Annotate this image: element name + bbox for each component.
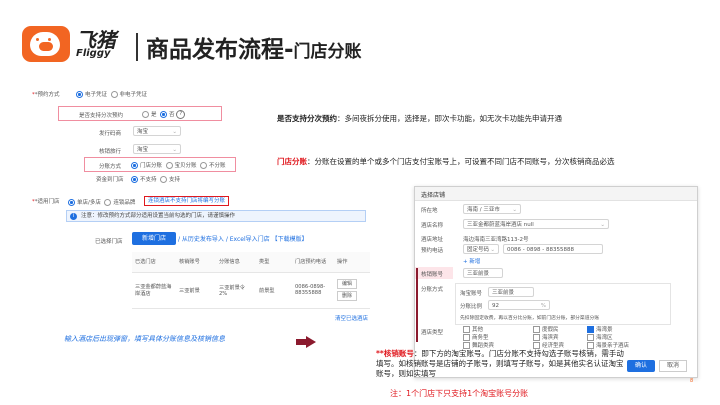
footnote: 注：1个门店下只支持1个淘宝账号分账 bbox=[390, 389, 529, 398]
store-table: 已选门店 核销账号 分账信息 类型 门店预约电话 操作 三亚金都蔚蓝海岸酒店 三… bbox=[132, 252, 370, 309]
ratio-input[interactable]: 92% bbox=[488, 300, 550, 310]
info-icon: i bbox=[70, 213, 77, 220]
radio-icon[interactable] bbox=[131, 162, 138, 169]
store-warning-link[interactable]: 连锁酒店不支持门店将编写分账 bbox=[144, 196, 230, 206]
arrow-right-icon bbox=[296, 333, 316, 348]
cancel-button[interactable]: 取消 bbox=[659, 360, 687, 372]
modal-label-address: 酒店地址 bbox=[421, 237, 444, 243]
table-header: 已选门店 bbox=[132, 252, 176, 273]
split-annotation: 是否支持分次预约：多间夜拆分使用，选择是，即次卡功能，如无次卡功能先申请开通 bbox=[277, 114, 562, 123]
account-input[interactable]: 三亚前景 bbox=[463, 268, 503, 278]
type-option[interactable]: 海湾景 bbox=[587, 325, 613, 333]
modal-title: 选择店铺 bbox=[421, 192, 446, 199]
selected-store-label: 已选择门店 bbox=[95, 239, 123, 245]
type-option[interactable]: 海湾区 bbox=[587, 333, 613, 341]
phone-input[interactable]: 0086 - 0898 - 88355888 bbox=[503, 244, 603, 254]
radio-icon[interactable] bbox=[165, 162, 173, 169]
logo-text-en: Fliggy bbox=[76, 48, 111, 59]
radio-icon[interactable] bbox=[200, 162, 208, 169]
divide-box: 淘宝账号 三亚前景 分账比例 92% 先扣除固定收费，再以百分比分账，如前门店分… bbox=[455, 283, 671, 325]
table-header: 门店预约电话 bbox=[292, 252, 334, 273]
taobao-account-input[interactable]: 三亚前景 bbox=[488, 287, 534, 297]
gift-options[interactable]: 不支持 支持 bbox=[131, 175, 180, 183]
chevron-down-icon: ⌄ bbox=[600, 222, 605, 228]
modal-label-location: 所在地 bbox=[421, 208, 438, 214]
page-title-sub: 门店分账 bbox=[293, 42, 362, 62]
chevron-down-icon: ⌄ bbox=[172, 147, 177, 153]
table-header: 操作 bbox=[334, 252, 370, 273]
booking-label: **预约方式 bbox=[32, 92, 60, 98]
radio-icon[interactable] bbox=[160, 176, 168, 183]
add-store-button[interactable]: 新增门店 bbox=[132, 232, 176, 245]
clear-stores-link[interactable]: 清空已选酒店 bbox=[335, 314, 368, 322]
radio-icon[interactable] bbox=[68, 199, 75, 206]
radio-icon[interactable] bbox=[76, 91, 83, 98]
add-phone-link[interactable]: + 新增 bbox=[463, 257, 480, 265]
phone-type-select[interactable]: 固定号码 ⌄ bbox=[463, 244, 499, 254]
divide-label: 分账方式 bbox=[99, 164, 122, 170]
verify-label: 核销旅行 bbox=[99, 149, 122, 155]
chevron-down-icon: ⌄ bbox=[172, 129, 177, 135]
type-option[interactable]: 海滨宾 bbox=[533, 333, 559, 341]
ratio-note: 先扣除固定收费，再以百分比分账，如前门店分账，部分渠道分账 bbox=[460, 316, 600, 321]
store-label: **适用门店 bbox=[32, 199, 60, 205]
connector-line bbox=[416, 268, 418, 342]
store-annotation: 门店分账：分账在设置的单个或多个门店支付宝账号上，可设置不同门店不同账号，分次核… bbox=[277, 157, 615, 166]
modal-label-phone: 预约电话 bbox=[421, 248, 444, 254]
verify-select[interactable]: 淘宝 ⌄ bbox=[133, 144, 181, 154]
account-annotation: **核销账号：即下方的淘宝账号。门店分账不支持勾选子账号核销，需手动填写。如核销… bbox=[376, 349, 624, 378]
issue-select[interactable]: 淘宝 ⌄ bbox=[133, 126, 181, 136]
table-header: 分账信息 bbox=[216, 252, 256, 273]
ratio-label: 分账比例 bbox=[460, 304, 483, 310]
edit-button[interactable]: 编辑 bbox=[337, 279, 358, 289]
modal-label-type: 酒店类型 bbox=[421, 330, 444, 336]
radio-icon[interactable] bbox=[104, 199, 112, 206]
import-links[interactable]: / 从历史发布导入 / Excel导入门店 【下载模版】 bbox=[178, 234, 308, 243]
delete-button[interactable]: 删除 bbox=[337, 291, 358, 301]
page-title-main: 商品发布流程- bbox=[146, 37, 294, 63]
confirm-button[interactable]: 确认 bbox=[627, 360, 655, 372]
page-title: 商品发布流程-门店分账 bbox=[146, 30, 362, 64]
location-select[interactable]: 海南 / 三亚市 ⌄ bbox=[463, 204, 521, 214]
divide-options[interactable]: 门店分账 宝贝分账 不分账 bbox=[131, 161, 226, 169]
type-option[interactable]: 商务型 bbox=[463, 333, 489, 341]
table-header: 核销账号 bbox=[176, 252, 216, 273]
radio-icon[interactable] bbox=[160, 111, 168, 118]
modal-label-hotel: 酒店名称 bbox=[421, 223, 444, 229]
radio-icon[interactable] bbox=[142, 111, 149, 118]
modal-label-account: 核销账号 bbox=[421, 272, 444, 278]
fliggy-logo-icon bbox=[22, 26, 70, 62]
modal-header: 选择店铺 bbox=[415, 187, 697, 201]
help-icon[interactable]: ? bbox=[176, 110, 186, 119]
title-divider bbox=[136, 33, 138, 61]
issue-label: 发行码商 bbox=[99, 131, 122, 137]
type-option[interactable]: 经济型宾 bbox=[533, 341, 564, 349]
modal-label-divide: 分账方式 bbox=[421, 287, 444, 293]
hotel-name-select[interactable]: 三亚金都蔚蓝海岸酒店 null ⌄ bbox=[463, 219, 609, 229]
taobao-account-label: 淘宝账号 bbox=[460, 291, 483, 297]
page-number: 8 bbox=[690, 378, 694, 384]
type-option[interactable]: 舞蹈类宾 bbox=[463, 341, 494, 349]
type-option[interactable]: 度假民 bbox=[533, 325, 559, 333]
gift-label: 资金到门店 bbox=[96, 177, 124, 183]
table-header: 类型 bbox=[256, 252, 292, 273]
chevron-down-icon: ⌄ bbox=[512, 207, 517, 213]
chevron-down-icon: ⌄ bbox=[490, 247, 495, 253]
type-option[interactable]: 海景亲子酒店 bbox=[587, 341, 629, 349]
split-label: 是否支持分次预约 bbox=[79, 113, 124, 119]
type-option[interactable]: 其他 bbox=[463, 325, 483, 333]
table-row: 三亚金都蔚蓝海岸酒店 三亚前景 三亚前景令2% 前景型 0086-0898-88… bbox=[132, 272, 370, 309]
popup-hint: 输入酒店后出现弹窗，填写具体分账信息及核销信息 bbox=[64, 335, 225, 343]
booking-options[interactable]: 电子凭证 非电子凭证 bbox=[76, 90, 147, 98]
hotel-address: 海边海南三亚湾路113-2号 bbox=[463, 237, 529, 243]
info-bar: i 注意：修改预约方式部分适用设置当前勾选的门店，请谨慎操作 bbox=[66, 210, 366, 222]
store-options[interactable]: 单店/多店 连锁品牌 bbox=[68, 198, 135, 206]
radio-icon[interactable] bbox=[110, 91, 118, 98]
radio-icon[interactable] bbox=[131, 176, 138, 183]
split-options[interactable]: 是 否 ? bbox=[142, 110, 186, 119]
